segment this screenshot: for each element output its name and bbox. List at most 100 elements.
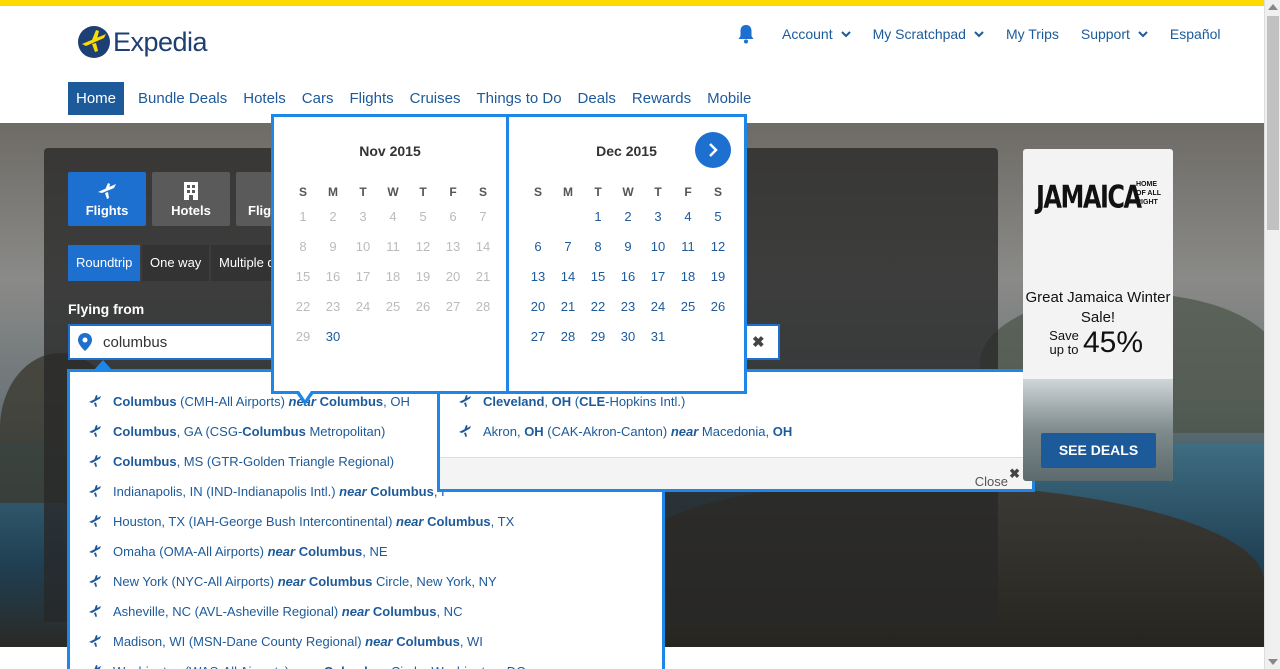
nav-cruises[interactable]: Cruises [410,82,461,115]
ad-headline: Great Jamaica Winter Sale! [1025,289,1171,326]
nav-cars[interactable]: Cars [302,82,334,115]
nav-deals[interactable]: Deals [578,82,616,115]
suggestion-item[interactable]: Washington (WAS-All Airports) near Colum… [88,656,526,669]
nav-hotels[interactable]: Hotels [243,82,286,115]
suggestion-segment: Columbus [372,603,437,619]
calendar-day[interactable]: 21 [553,299,583,329]
suggestion-item[interactable]: Madison, WI (MSN-Dane County Regional) n… [88,626,483,656]
calendar-day[interactable]: 11 [673,239,703,269]
notification-bell-icon[interactable] [736,24,756,44]
suggestion-item[interactable]: Akron, OH (CAK-Akron-Canton) near Macedo… [458,416,792,446]
suggestion-segment: near [339,483,367,499]
calendar-day[interactable]: 28 [553,329,583,359]
nav-home[interactable]: Home [68,82,125,115]
calendar-day[interactable]: 29 [583,329,613,359]
calendar-day[interactable]: 30 [318,329,348,359]
page-scrollbar[interactable] [1264,0,1280,669]
calendar-day[interactable]: 9 [613,239,643,269]
expedia-logo[interactable]: Expedia [78,26,208,58]
suggestion-item[interactable]: Indianapolis, IN (IND-Indianapolis Intl.… [88,476,445,506]
next-month-button[interactable] [695,132,732,168]
calendar-day[interactable]: 22 [583,299,613,329]
calendar-day[interactable]: 24 [643,299,673,329]
account-menu[interactable]: Account [782,26,851,42]
calendar-day[interactable]: 7 [553,239,583,269]
suggestion-segment: Columbus [370,483,434,499]
dropdown-close-row: Close ✖ [440,457,1032,489]
lob-tab-flight-hotel[interactable]: Fligh [236,172,276,226]
nav-mobile[interactable]: Mobile [707,82,751,115]
jamaica-ad-banner[interactable]: JAMAICA HOME OF ALL RIGHT Great Jamaica … [1023,149,1173,481]
plane-icon [89,395,101,407]
calendar-day[interactable]: 8 [583,239,613,269]
my-trips-link[interactable]: My Trips [1006,26,1059,42]
suggestion-item[interactable]: New York (NYC-All Airports) near Columbu… [88,566,497,596]
trip-type-multiple-destinations[interactable]: Multiple d [211,245,275,281]
date-picker-calendar: Nov 2015 SMTWTFS 1 2 3 4 5 6 7 8 9 10 11 12 13 14 15 16… [271,114,747,394]
suggestion-segment: OH [772,423,793,439]
suggestion-item[interactable]: Omaha (OMA-All Airports) near Columbus, … [88,536,388,566]
calendar-day[interactable]: 4 [673,209,703,239]
calendar-day[interactable]: 6 [523,239,553,269]
lob-tab-hotels[interactable]: Hotels [152,172,230,226]
calendar-day[interactable]: 18 [673,269,703,299]
scrollbar-thumb[interactable] [1267,16,1279,230]
calendar-day[interactable]: 10 [643,239,673,269]
suggestion-item[interactable]: Columbus, GA (CSG-Columbus Metropolitan) [88,416,385,446]
nav-rewards[interactable]: Rewards [632,82,691,115]
calendar-day: 12 [415,239,431,254]
calendar-pointer-inner [299,391,311,400]
location-pin-icon [78,333,92,351]
calendar-day[interactable]: 12 [703,239,733,269]
suggestion-item[interactable]: Houston, TX (IAH-George Bush Intercontin… [88,506,514,536]
trip-type-roundtrip[interactable]: Roundtrip [68,245,141,281]
nav-flights[interactable]: Flights [349,82,393,115]
support-menu[interactable]: Support [1081,26,1148,42]
calendar-day[interactable]: 30 [613,329,643,359]
nav-things-to-do[interactable]: Things to Do [477,82,562,115]
suggestion-item[interactable]: Asheville, NC (AVL-Asheville Regional) n… [88,596,462,626]
flying-from-input[interactable]: columbus [68,324,278,360]
month-title: Nov 2015 [359,143,421,159]
calendar-day[interactable]: 15 [583,269,613,299]
scroll-down-icon[interactable] [1268,659,1278,665]
see-deals-button[interactable]: SEE DEALS [1041,433,1156,468]
calendar-day[interactable]: 3 [643,209,673,239]
calendar-day[interactable]: 26 [703,299,733,329]
calendar-day[interactable]: 5 [703,209,733,239]
nav-bundle-deals[interactable]: Bundle Deals [138,82,227,115]
calendar-day[interactable]: 1 [583,209,613,239]
scratchpad-menu[interactable]: My Scratchpad [873,26,984,42]
suggestion-text: Indianapolis, IN (IND-Indianapolis Intl.… [113,484,445,499]
suggestion-segment: Akron, [483,423,525,439]
calendar-day[interactable]: 23 [613,299,643,329]
suggestion-segment: near [277,573,306,589]
suggestion-segment: Asheville, NC (AVL-Asheville Regional) [113,603,342,619]
calendar-day[interactable]: 14 [553,269,583,299]
suggestion-segment: near [341,603,370,619]
calendar-day[interactable]: 13 [523,269,553,299]
language-link[interactable]: Español [1170,26,1221,42]
scroll-up-icon[interactable] [1268,4,1278,10]
calendar-day[interactable]: 27 [523,329,553,359]
flying-to-input[interactable]: ✖ [746,324,780,360]
trip-type-one-way[interactable]: One way [142,245,210,281]
suggestion-segment: OH [524,423,544,439]
calendar-day[interactable]: 16 [613,269,643,299]
close-icon: ✖ [1009,466,1020,481]
my-trips-label: My Trips [1005,26,1059,42]
close-button[interactable]: Close ✖ [975,466,1020,489]
lob-tab-flights[interactable]: Flights [68,172,146,226]
calendar-day[interactable]: 25 [673,299,703,329]
clear-input-icon[interactable]: ✖ [752,333,765,351]
suggestion-segment: Columbus [113,393,177,409]
suggestion-item[interactable]: Columbus, MS (GTR-Golden Triangle Region… [88,446,394,476]
calendar-day[interactable]: 20 [523,299,553,329]
calendar-day[interactable]: 17 [643,269,673,299]
calendar-day[interactable]: 31 [643,329,673,359]
suggestion-segment: , [544,393,552,409]
calendar-day[interactable]: 19 [703,269,733,299]
calendar-day[interactable]: 2 [613,209,643,239]
scratchpad-label: My Scratchpad [872,26,966,42]
chevron-down-icon [840,31,851,38]
